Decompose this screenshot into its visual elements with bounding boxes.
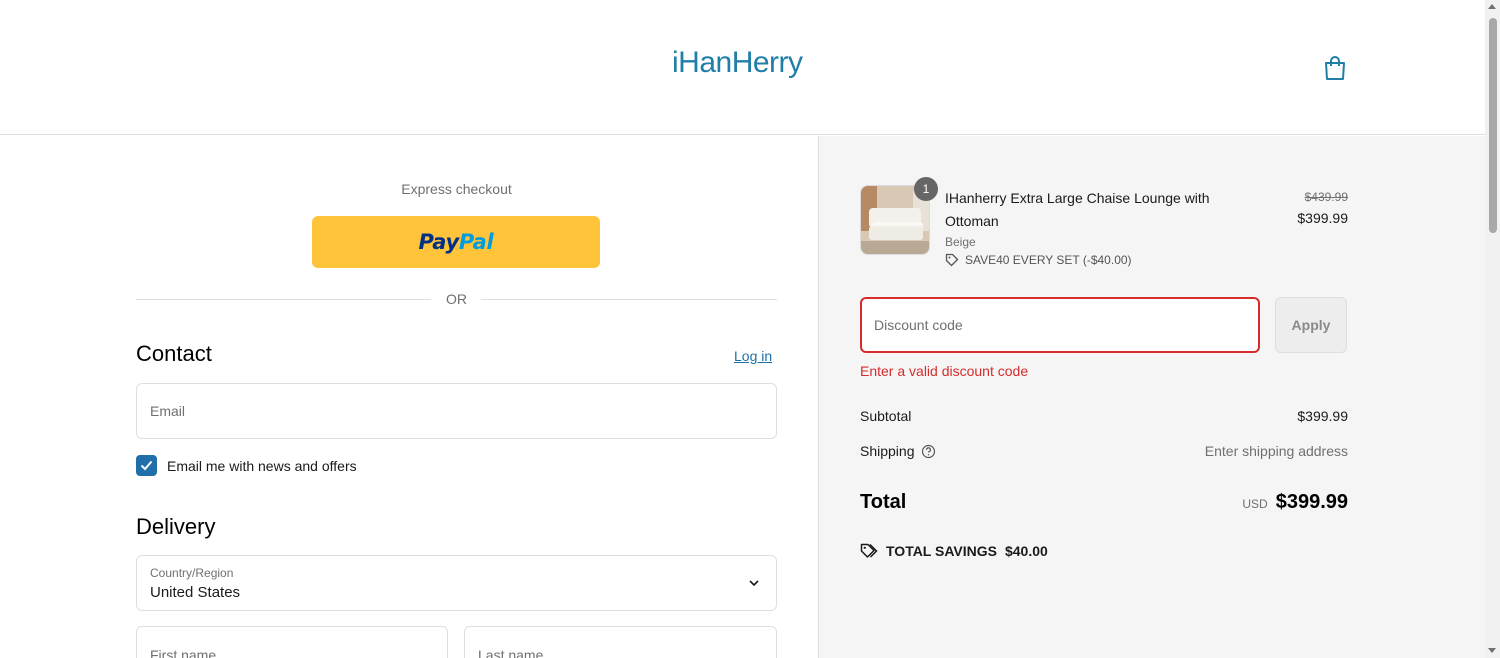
original-price: $439.99: [1304, 190, 1348, 204]
checkmark-icon: [140, 460, 153, 471]
last-name-field[interactable]: Last name: [464, 626, 777, 658]
discount-error: Enter a valid discount code: [860, 363, 1029, 379]
total-savings: TOTAL SAVINGS $40.00: [860, 543, 1048, 559]
header: iHanHerry: [0, 0, 1485, 135]
scroll-up-arrow[interactable]: [1488, 4, 1496, 9]
product-variant: Beige: [945, 235, 976, 249]
chevron-down-icon: [749, 580, 759, 587]
login-link[interactable]: Log in: [734, 348, 772, 364]
total-value: USD $399.99: [1242, 491, 1348, 514]
newsletter-checkbox[interactable]: [136, 455, 157, 476]
shipping-row: Shipping: [860, 443, 936, 459]
discount-code-field[interactable]: [860, 297, 1260, 353]
product-title: IHanherry Extra Large Chaise Lounge with…: [945, 190, 1210, 229]
scroll-thumb[interactable]: [1489, 18, 1497, 233]
delivery-title: Delivery: [136, 514, 216, 539]
scroll-down-arrow[interactable]: [1488, 648, 1496, 653]
subtotal-value: $399.99: [1297, 408, 1348, 424]
tags-icon: [860, 543, 878, 558]
country-label: Country/Region: [150, 566, 234, 580]
first-name-placeholder: First name: [150, 647, 217, 658]
total-label: Total: [860, 491, 907, 513]
express-checkout-label: Express checkout: [401, 181, 512, 197]
order-summary: 1 IHanherry Extra Large Chaise Lounge wi…: [819, 136, 1485, 658]
product-discount: SAVE40 EVERY SET (-$40.00): [945, 253, 1132, 267]
paypal-button[interactable]: PayPal: [312, 216, 600, 268]
page-scrollbar[interactable]: [1485, 0, 1500, 658]
checkout-form: Express checkout PayPal OR Contact Log i…: [0, 136, 819, 658]
tag-icon: [945, 253, 959, 267]
or-divider: OR: [136, 290, 777, 310]
country-select[interactable]: Country/Region United States: [136, 555, 777, 611]
shipping-value: Enter shipping address: [1204, 443, 1348, 459]
product-price: $399.99: [1297, 210, 1348, 226]
country-value: United States: [150, 584, 241, 601]
email-field[interactable]: [136, 383, 777, 439]
total-amount: $399.99: [1275, 491, 1348, 513]
last-name-placeholder: Last name: [478, 647, 544, 658]
paypal-logo: PayPal: [418, 230, 494, 254]
quantity-badge: 1: [914, 177, 938, 201]
newsletter-label: Email me with news and offers: [167, 457, 357, 474]
subtotal-label: Subtotal: [860, 408, 912, 424]
product-discount-text: SAVE40 EVERY SET (-$40.00): [965, 253, 1132, 267]
shopping-bag-icon[interactable]: [1322, 54, 1348, 82]
help-icon[interactable]: [921, 444, 936, 459]
newsletter-option[interactable]: Email me with news and offers: [136, 455, 357, 476]
email-input[interactable]: [137, 384, 776, 438]
savings-value: $40.00: [1004, 543, 1048, 559]
store-logo[interactable]: iHanHerry: [672, 46, 803, 80]
savings-label: TOTAL SAVINGS: [886, 543, 997, 559]
apply-button[interactable]: Apply: [1275, 297, 1347, 353]
total-currency: USD: [1242, 497, 1268, 511]
first-name-field[interactable]: First name: [136, 626, 448, 658]
discount-code-input[interactable]: [862, 299, 1258, 351]
shipping-label: Shipping: [860, 443, 915, 459]
contact-title: Contact: [136, 341, 212, 366]
